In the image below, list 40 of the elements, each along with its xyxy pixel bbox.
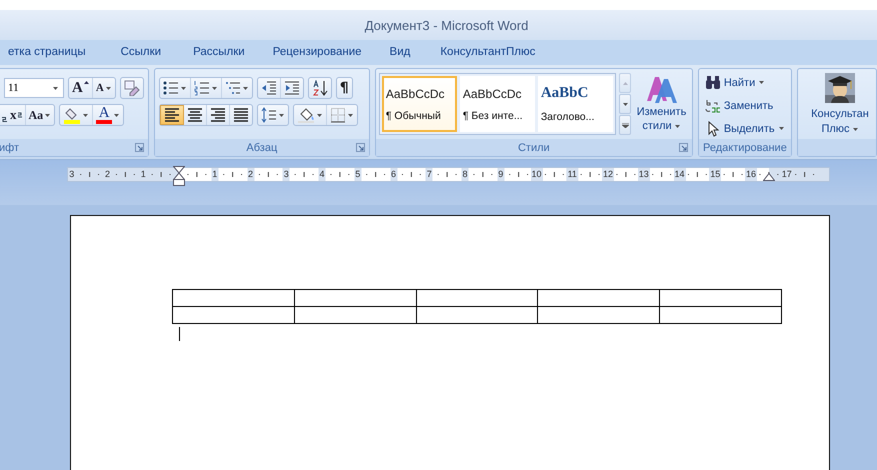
ruler-number: 3 — [282, 168, 290, 181]
ribbon-tab[interactable]: етка страницы — [0, 43, 100, 62]
style-item[interactable]: AaBbC Заголово... — [538, 76, 613, 132]
group-label: ифт — [0, 142, 19, 154]
ribbon-tab[interactable]: КонсультантПлюс — [432, 43, 550, 62]
ruler-number: 14 — [674, 168, 686, 181]
replace-button[interactable]: Заменить — [704, 96, 789, 115]
font-color-button[interactable]: A — [93, 105, 124, 125]
change-case-button[interactable]: Aa — [26, 105, 54, 125]
ruler-number: 15 — [709, 168, 722, 181]
ribbon-tab[interactable]: Рецензирование — [258, 43, 376, 62]
ribbon-tab[interactable]: Вид — [376, 43, 432, 62]
style-item[interactable]: AaBbCcDc ¶ Без инте... — [460, 76, 535, 132]
ruler-number: 16 — [745, 168, 757, 181]
ruler-number: 13 — [638, 168, 650, 181]
ruler-number: 7 — [426, 168, 433, 181]
ruler-number: 10 — [530, 168, 542, 181]
superscript-button[interactable]: x — [7, 105, 26, 125]
group-label: Стили — [518, 142, 550, 154]
ruler-number: 5 — [354, 168, 362, 181]
style-item[interactable]: AaBbCcDc ¶ Обычный — [382, 76, 457, 132]
ruler-number: 8 — [462, 168, 468, 181]
find-button[interactable]: Найти — [704, 73, 789, 92]
ruler-number: 4 — [318, 168, 326, 181]
ruler-number: 12 — [602, 168, 614, 181]
grow-font-button[interactable]: A — [69, 78, 93, 98]
window-title: Документ3 - Microsoft Word — [364, 18, 528, 32]
ribbon-tab[interactable]: Ссылки — [100, 43, 176, 62]
font-size-field[interactable]: 11 — [4, 78, 64, 98]
shrink-font-button[interactable]: A — [92, 78, 115, 98]
ruler-number: 11 — [566, 168, 578, 181]
ruler-number: 9 — [497, 168, 504, 181]
ruler-number: 1 — [211, 168, 218, 181]
show-marks-button[interactable]: ¶ — [336, 78, 352, 98]
group-label: Абзац — [246, 142, 278, 154]
ribbon-tab[interactable]: Рассылки — [175, 43, 259, 62]
consultant-button[interactable]: Консультан Плюс — [802, 73, 877, 136]
change-styles-button[interactable]: Изменить стили — [634, 73, 689, 139]
select-button[interactable]: Выделить — [704, 119, 789, 138]
group-label: Редактирование — [703, 142, 787, 154]
